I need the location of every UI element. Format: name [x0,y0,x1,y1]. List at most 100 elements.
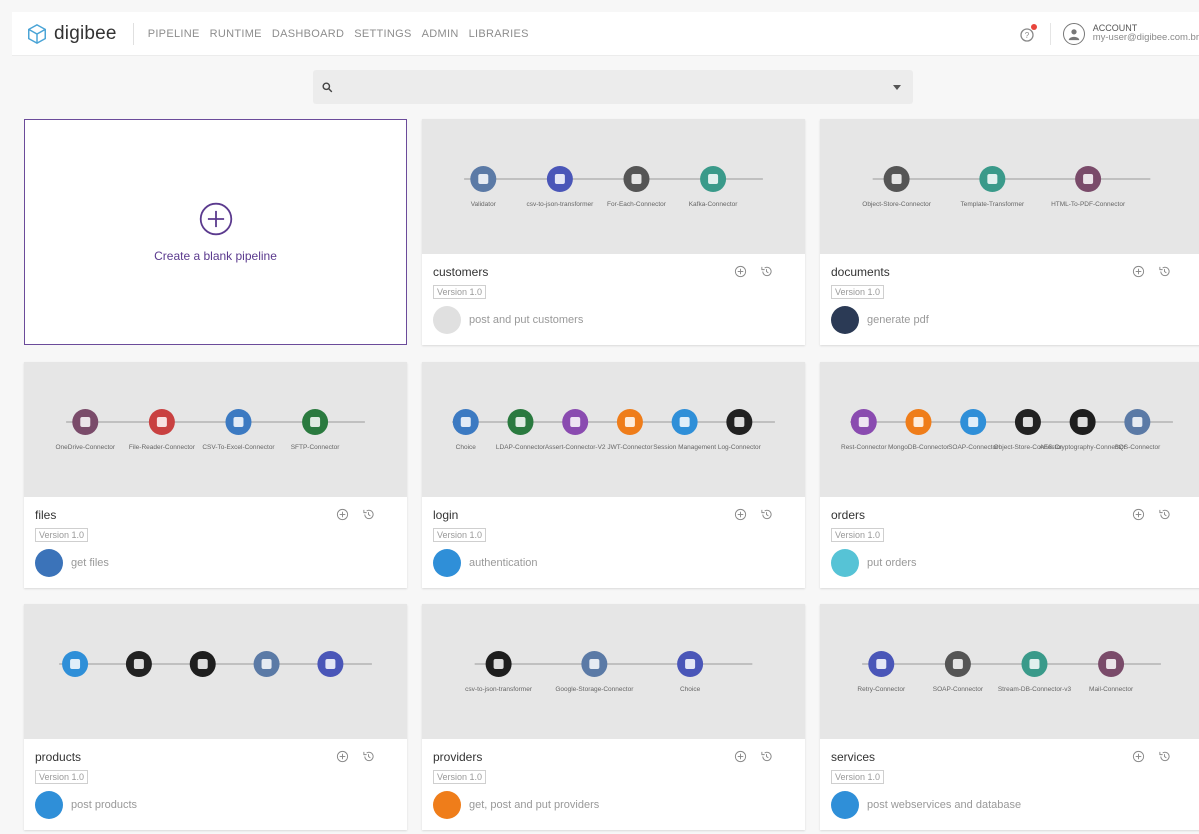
history-icon[interactable] [1157,507,1171,521]
pipeline-preview[interactable]: Object-Store-Connector Template-Transform… [820,119,1199,254]
pipeline-preview[interactable]: Rest-Connector MongoDB-Connector SOAP-Conn… [820,362,1199,497]
pipeline-title[interactable]: login [433,508,458,522]
history-icon[interactable] [1157,749,1171,763]
pipeline-title[interactable]: documents [831,265,890,279]
add-version-icon[interactable] [733,749,747,763]
search-icon [322,81,333,92]
rest-trigger-icon [831,306,859,334]
add-version-icon[interactable] [1131,264,1145,278]
flow-node-label: Choice [680,686,701,693]
pipeline-title[interactable]: products [35,750,81,764]
pipeline-card[interactable]: Object-Store-Connector Template-Transform… [820,119,1199,345]
card-footer: put orders [831,549,917,577]
nav-admin[interactable]: ADMIN [422,28,459,40]
add-version-icon[interactable] [335,749,349,763]
pipeline-preview[interactable]: Validator csv-to-json-transformer For-Each… [422,119,805,254]
pipeline-title[interactable]: orders [831,508,865,522]
add-version-icon[interactable] [335,507,349,521]
chevron-down-icon[interactable] [893,84,901,90]
flow-node-label: Google-Storage-Connector [555,686,634,693]
flow-node-label: Object-Store-Connector [862,201,931,208]
pipeline-preview[interactable]: OneDrive-Connector File-Reader-Connector C… [24,362,407,497]
flow-node-label: SOAP-Connector [948,444,999,451]
scheduler-trigger-icon [831,549,859,577]
main-nav: PIPELINE RUNTIME DASHBOARD SETTINGS ADMI… [148,28,529,40]
pipeline-card[interactable]: OneDrive-Connector File-Reader-Connector C… [24,362,407,588]
card-footer: post webservices and database [831,791,1021,819]
pipeline-card[interactable]: Retry-Connector SOAP-Connector Stream-DB-C… [820,604,1199,830]
account-menu[interactable]: ACCOUNT my-user@digibee.com.br [1093,23,1199,44]
add-circle-icon [199,202,232,236]
top-right-area: ? ACCOUNT my-user@digibee.com.br [1018,22,1199,45]
version-badge: Version 1.0 [831,770,885,784]
nav-dashboard[interactable]: DASHBOARD [272,28,344,40]
flow-node-label: csv-to-json-transformer [526,201,594,208]
http-trigger-icon [433,791,461,819]
pipeline-card[interactable]: products Version 1.0 post products [24,604,407,830]
version-badge: Version 1.0 [433,528,487,542]
card-footer: generate pdf [831,306,929,334]
pipeline-card[interactable]: Validator csv-to-json-transformer For-Each… [422,119,805,345]
flow-node-label: Log-Connector [718,444,762,451]
flow-node-label: Kafka-Connector [689,201,739,208]
flow-node-label: Validator [471,201,497,208]
history-icon[interactable] [361,749,375,763]
card-actions [1131,264,1171,278]
history-icon[interactable] [759,264,773,278]
history-icon[interactable] [361,507,375,521]
notification-dot [1030,23,1037,30]
flow-node-label: CSV-To-Excel-Connector [202,444,275,451]
flow-node-label: Template-Transformer [960,201,1025,208]
flow-node-label: csv-to-json-transformer [465,686,533,693]
help-notification-icon[interactable]: ? [1018,23,1037,43]
pipeline-preview[interactable]: csv-to-json-transformer Google-Storage-Co… [422,604,805,739]
add-version-icon[interactable] [733,507,747,521]
pipeline-title[interactable]: customers [433,265,488,279]
pipeline-description: post products [71,799,138,811]
flow-node-label: HTML-To-PDF-Connector [1051,201,1126,208]
flow-node-label: MongoDB-Connector [888,444,950,451]
logo-text: digibee [54,22,117,44]
flow-node-label: Retry-Connector [857,686,906,693]
user-avatar-icon[interactable] [1062,22,1085,45]
version-badge: Version 1.0 [831,528,885,542]
pipeline-description: post webservices and database [867,799,1022,811]
create-blank-pipeline-card[interactable]: Create a blank pipeline [24,119,407,345]
version-badge: Version 1.0 [831,285,885,299]
card-footer: get files [35,549,109,577]
history-icon[interactable] [759,507,773,521]
pipeline-description: generate pdf [867,314,929,326]
pipeline-card[interactable]: csv-to-json-transformer Google-Storage-Co… [422,604,805,830]
api-trigger-icon [433,549,461,577]
search-input[interactable] [339,73,893,101]
pipeline-preview[interactable]: Retry-Connector SOAP-Connector Stream-DB-C… [820,604,1199,739]
pipeline-description: get files [71,557,109,569]
pipeline-title[interactable]: providers [433,750,482,764]
history-icon[interactable] [759,749,773,763]
add-version-icon[interactable] [1131,507,1145,521]
history-icon[interactable] [1157,264,1171,278]
flow-node-label: Choice [456,444,477,451]
add-version-icon[interactable] [1131,749,1145,763]
nav-libraries[interactable]: LIBRARIES [469,28,529,40]
svg-text:?: ? [1025,31,1030,40]
create-blank-pipeline-label: Create a blank pipeline [154,249,277,263]
digibee-logo[interactable]: digibee [26,23,117,45]
nav-runtime[interactable]: RUNTIME [210,28,262,40]
flow-node-label: OneDrive-Connector [55,444,115,451]
pipeline-description: post and put customers [469,314,584,326]
add-version-icon[interactable] [733,264,747,278]
pipeline-card[interactable]: Choice LDAP-Connector Assert-Connector-V2 J… [422,362,805,588]
pipeline-preview[interactable]: Choice LDAP-Connector Assert-Connector-V2 J… [422,362,805,497]
nav-settings[interactable]: SETTINGS [354,28,411,40]
pipeline-title[interactable]: files [35,508,56,522]
pipeline-title[interactable]: services [831,750,875,764]
card-footer: post products [35,791,137,819]
nav-pipeline[interactable]: PIPELINE [148,28,200,40]
pipeline-card[interactable]: Rest-Connector MongoDB-Connector SOAP-Conn… [820,362,1199,588]
flow-node-label: SQS-Connector [1114,444,1161,451]
card-footer: authentication [433,549,538,577]
pipeline-preview[interactable] [24,604,407,739]
flow-node-label: For-Each-Connector [607,201,667,208]
pipeline-search-bar [313,70,913,104]
